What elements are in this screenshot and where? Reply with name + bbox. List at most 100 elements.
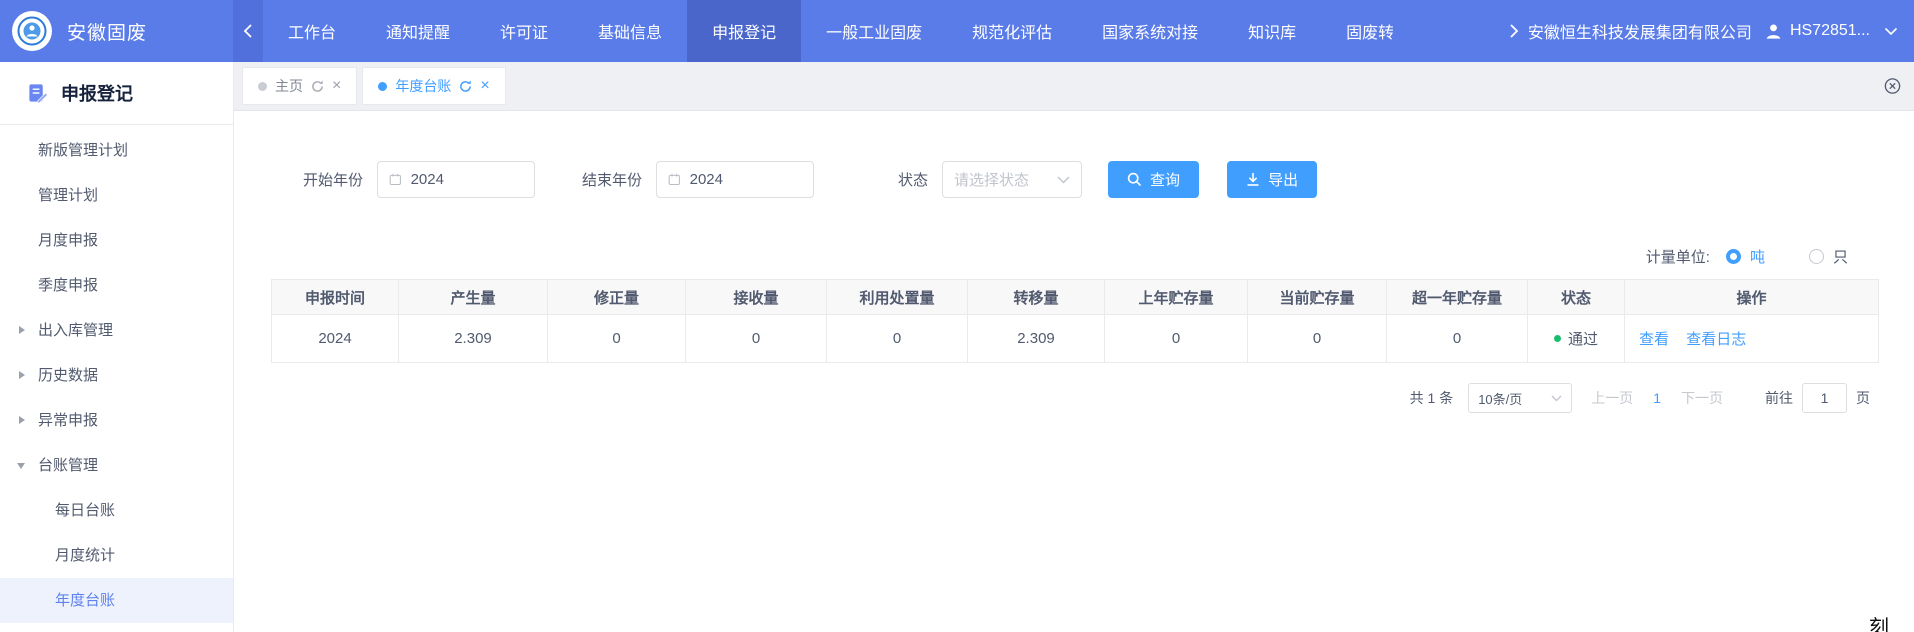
start-year-field[interactable]: [411, 171, 523, 188]
sidebar-item-new-management-plan[interactable]: 新版管理计划: [0, 128, 233, 173]
export-button-label: 导出: [1268, 169, 1298, 190]
brand-title: 安徽固废: [67, 18, 147, 45]
end-year-input[interactable]: [656, 161, 814, 198]
start-year-input[interactable]: [377, 161, 535, 198]
app-logo-icon: [12, 11, 52, 51]
nav-item-general-industrial-waste[interactable]: 一般工业固废: [801, 0, 947, 62]
caret-right-icon: [19, 416, 25, 424]
pagination: 共 1 条 10条/页 上一页 1 下一页 前往 页: [234, 383, 1870, 413]
nav-scroll-left-button[interactable]: [233, 0, 263, 62]
cell-status: 通过: [1528, 315, 1625, 363]
sidebar-item-ledger-management[interactable]: 台账管理: [0, 443, 233, 488]
sidebar-item-label: 历史数据: [38, 367, 98, 384]
status-text: 通过: [1568, 328, 1598, 349]
table-row: 2024 2.309 0 0 0 2.309 0 0 0 通过: [272, 315, 1879, 363]
tab-status-dot: [378, 82, 387, 91]
export-button[interactable]: 导出: [1227, 161, 1317, 198]
download-icon: [1246, 172, 1260, 187]
nav-item-knowledge-base[interactable]: 知识库: [1223, 0, 1321, 62]
nav-menu: 工作台 通知提醒 许可证 基础信息 申报登记 一般工业固废 规范化评估 国家系统…: [263, 0, 1500, 62]
sidebar-item-label: 出入库管理: [38, 322, 113, 339]
user-icon: [1764, 22, 1783, 41]
goto-label: 前往: [1765, 388, 1793, 408]
sidebar-menu: 新版管理计划 管理计划 月度申报 季度申报 出入库管理 历史数据 异常申报 台账…: [0, 125, 233, 623]
radio-piece[interactable]: [1809, 249, 1824, 264]
close-icon[interactable]: ×: [332, 78, 341, 94]
sidebar-item-abnormal-declaration[interactable]: 异常申报: [0, 398, 233, 443]
user-area: 安徽恒生科技发展集团有限公司 HS72851...: [1528, 0, 1914, 62]
caret-down-icon: [17, 463, 25, 469]
caret-right-icon: [19, 326, 25, 334]
col-over-one-year-storage: 超一年贮存量: [1387, 280, 1528, 315]
chevron-down-icon: [1884, 27, 1898, 36]
calendar-icon: [668, 172, 681, 187]
query-button[interactable]: 查询: [1108, 161, 1199, 198]
nav-scroll-right-button[interactable]: [1500, 0, 1528, 62]
col-corrected: 修正量: [548, 280, 686, 315]
table-header-row: 申报时间 产生量 修正量 接收量 利用处置量 转移量 上年贮存量 当前贮存量 超…: [272, 280, 1879, 315]
nav-item-standardization-assessment[interactable]: 规范化评估: [947, 0, 1077, 62]
brand-area: 安徽固废: [0, 0, 233, 62]
prev-page-button[interactable]: 上一页: [1591, 388, 1633, 408]
status-select[interactable]: 请选择状态: [942, 161, 1082, 198]
sidebar-item-label: 台账管理: [38, 457, 98, 474]
cell-utilized-disposed: 0: [827, 315, 968, 363]
sidebar-item-daily-ledger[interactable]: 每日台账: [0, 488, 233, 533]
page-number-1[interactable]: 1: [1653, 390, 1661, 406]
tab-annual-ledger-label: 年度台账: [395, 76, 451, 96]
col-prev-year-storage: 上年贮存量: [1105, 280, 1248, 315]
start-year-label: 开始年份: [303, 169, 363, 190]
top-navbar: 安徽固废 工作台 通知提醒 许可证 基础信息 申报登记 一般工业固废 规范化评估…: [0, 0, 1914, 62]
nav-item-national-system-integration[interactable]: 国家系统对接: [1077, 0, 1223, 62]
radio-piece-label[interactable]: 只: [1833, 246, 1848, 267]
nav-item-waste-transfer[interactable]: 固废转: [1321, 0, 1393, 62]
goto-page-input[interactable]: [1802, 383, 1847, 413]
sidebar-item-history-data[interactable]: 历史数据: [0, 353, 233, 398]
search-icon: [1127, 172, 1142, 187]
nav-item-basic-info[interactable]: 基础信息: [573, 0, 687, 62]
radio-ton-label[interactable]: 吨: [1750, 246, 1765, 267]
chevron-down-icon: [1057, 176, 1070, 184]
view-log-link[interactable]: 查看日志: [1686, 331, 1746, 348]
status-placeholder: 请选择状态: [954, 169, 1029, 190]
sidebar-item-monthly-declaration[interactable]: 月度申报: [0, 218, 233, 263]
col-received: 接收量: [686, 280, 827, 315]
nav-item-license[interactable]: 许可证: [475, 0, 573, 62]
col-current-storage: 当前贮存量: [1248, 280, 1387, 315]
page-size-select[interactable]: 10条/页: [1468, 383, 1572, 413]
end-year-field[interactable]: [690, 171, 802, 188]
chevron-down-icon: [1551, 395, 1562, 402]
close-icon[interactable]: ×: [480, 78, 489, 94]
app-screen: 安徽固废 工作台 通知提醒 许可证 基础信息 申报登记 一般工业固废 规范化评估…: [0, 0, 1914, 632]
sidebar: 申报登记 新版管理计划 管理计划 月度申报 季度申报 出入库管理 历史数据 异常…: [0, 62, 234, 632]
sidebar-item-inout-storage[interactable]: 出入库管理: [0, 308, 233, 353]
view-link[interactable]: 查看: [1639, 331, 1669, 348]
sidebar-item-annual-ledger[interactable]: 年度台账: [0, 578, 233, 623]
sidebar-item-management-plan[interactable]: 管理计划: [0, 173, 233, 218]
nav-item-notifications[interactable]: 通知提醒: [361, 0, 475, 62]
tab-annual-ledger[interactable]: 年度台账 ×: [362, 67, 505, 105]
calendar-icon: [389, 172, 402, 187]
refresh-icon[interactable]: [311, 80, 324, 93]
nav-item-declaration[interactable]: 申报登记: [687, 0, 801, 62]
total-count: 共 1 条: [1410, 388, 1454, 408]
cell-actions: 查看 查看日志: [1625, 315, 1879, 363]
close-all-tabs-button[interactable]: [1883, 77, 1902, 96]
query-button-label: 查询: [1150, 169, 1180, 190]
col-status: 状态: [1528, 280, 1625, 315]
refresh-icon[interactable]: [459, 80, 472, 93]
sidebar-item-quarterly-declaration[interactable]: 季度申报: [0, 263, 233, 308]
sidebar-item-monthly-stats[interactable]: 月度统计: [0, 533, 233, 578]
status-dot: [1554, 335, 1561, 342]
col-declare-time: 申报时间: [272, 280, 399, 315]
nav-item-workbench[interactable]: 工作台: [263, 0, 361, 62]
floating-widget-partial[interactable]: 刻: [1869, 611, 1889, 632]
next-page-button[interactable]: 下一页: [1681, 388, 1723, 408]
user-menu-toggle[interactable]: [1884, 27, 1898, 36]
radio-ton[interactable]: [1726, 249, 1741, 264]
cell-transferred: 2.309: [968, 315, 1105, 363]
cell-corrected: 0: [548, 315, 686, 363]
unit-label: 计量单位:: [1646, 246, 1710, 267]
tab-home[interactable]: 主页 ×: [242, 67, 357, 105]
unit-selector: 计量单位: 吨 只: [234, 246, 1848, 267]
